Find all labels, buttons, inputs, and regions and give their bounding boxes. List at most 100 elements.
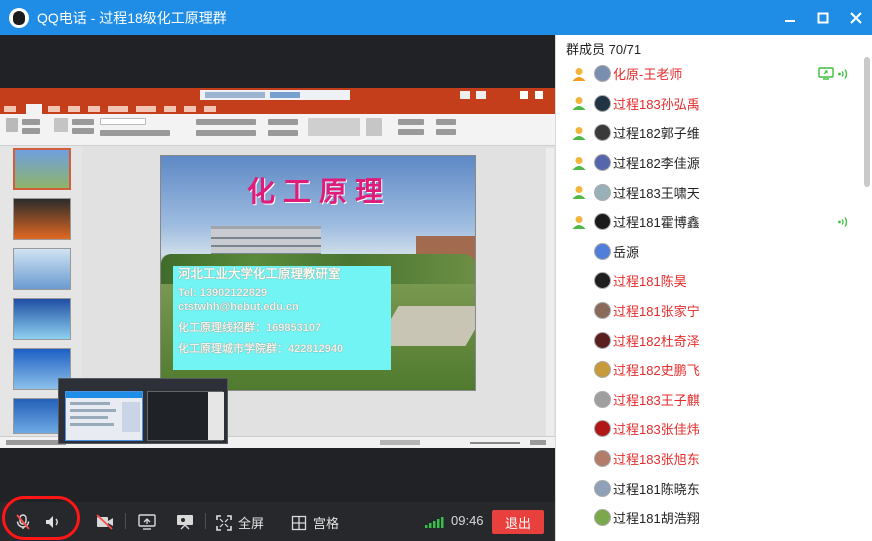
member-count-header: 群成员 70/71 bbox=[566, 42, 642, 57]
member-row[interactable]: 过程182李佳源 bbox=[556, 148, 861, 178]
avatar bbox=[594, 390, 611, 408]
member-name: 过程183张佳炜 bbox=[613, 422, 700, 438]
member-row[interactable]: 过程181胡浩翔 bbox=[556, 503, 861, 533]
qq-call-window: QQ电话 - 过程18级化工原理群 化工原理 河北工业大学化工原理教研室 Tel… bbox=[0, 0, 872, 541]
member-name: 过程182郭子维 bbox=[613, 126, 700, 142]
maximize-icon[interactable] bbox=[806, 0, 839, 35]
fullscreen-label: 全屏 bbox=[238, 516, 265, 531]
slide-thumb[interactable] bbox=[13, 298, 71, 340]
minimize-icon[interactable] bbox=[773, 0, 806, 35]
member-row[interactable]: 过程181陈昊 bbox=[556, 266, 861, 296]
window-controls bbox=[773, 0, 872, 35]
slide-thumb[interactable] bbox=[13, 248, 71, 290]
member-list: 化原-王老师 过程183孙弘禹 过程182郭子维 过程182李佳源 过程183王啸天 过程… bbox=[556, 59, 861, 533]
user-icon bbox=[571, 184, 587, 200]
member-row[interactable]: 过程182郭子维 bbox=[556, 118, 861, 148]
member-status bbox=[837, 215, 849, 233]
member-row[interactable]: 过程183王子麒 bbox=[556, 385, 861, 415]
member-row[interactable]: 过程181陈晓东 bbox=[556, 473, 861, 503]
slide-heading: 化工原理 bbox=[246, 176, 391, 207]
ppt-title-bar bbox=[0, 88, 555, 102]
annotation-circle bbox=[2, 496, 80, 540]
avatar bbox=[594, 361, 611, 379]
divider bbox=[125, 513, 126, 529]
slide-line: ctstwhh@hebut.edu.cn bbox=[178, 300, 299, 313]
member-row[interactable]: 过程182杜奇泽 bbox=[556, 325, 861, 355]
taskbar-preview[interactable] bbox=[58, 378, 228, 444]
avatar bbox=[594, 124, 611, 142]
avatar bbox=[594, 331, 611, 349]
preview-window[interactable] bbox=[147, 391, 224, 441]
speaking-icon bbox=[837, 215, 849, 233]
grid-label: 宫格 bbox=[313, 516, 340, 531]
avatar bbox=[594, 213, 611, 231]
avatar bbox=[594, 272, 611, 290]
user-icon bbox=[571, 66, 587, 82]
member-name: 过程181陈昊 bbox=[613, 274, 687, 290]
member-row[interactable]: 过程183王啸天 bbox=[556, 177, 861, 207]
member-row[interactable]: 过程183张佳炜 bbox=[556, 414, 861, 444]
window-title: QQ电话 - 过程18级化工原理群 bbox=[37, 9, 227, 26]
avatar bbox=[594, 450, 611, 468]
avatar bbox=[594, 420, 611, 438]
fullscreen-icon bbox=[216, 514, 232, 531]
slide-info-box: 河北工业大学化工原理教研室 Tel: 13902122829 ctstwhh@h… bbox=[173, 266, 391, 370]
member-row[interactable]: 化原-王老师 bbox=[556, 59, 861, 89]
presentation-slide: 化工原理 河北工业大学化工原理教研室 Tel: 13902122829 ctst… bbox=[160, 155, 476, 391]
member-name: 过程182杜奇泽 bbox=[613, 333, 700, 349]
grid-icon bbox=[291, 515, 307, 530]
member-name: 过程181胡浩翔 bbox=[613, 511, 700, 527]
member-panel: 群成员 70/71 化原-王老师过程183孙弘禹 过程182郭子维过程182李佳源… bbox=[555, 35, 872, 541]
member-list-scrollbar[interactable] bbox=[864, 57, 870, 187]
presentation-icon[interactable] bbox=[175, 513, 195, 531]
screen-share-icon bbox=[818, 67, 837, 85]
member-name: 过程182史鹏飞 bbox=[613, 363, 700, 379]
camera-off-icon[interactable] bbox=[95, 513, 115, 531]
call-control-bar: 全屏 宫格 09:46 退出 bbox=[0, 502, 555, 541]
member-name: 岳源 bbox=[613, 244, 640, 260]
call-timer: 09:46 bbox=[451, 513, 484, 528]
member-name: 过程183王啸天 bbox=[613, 185, 700, 201]
share-screen-icon[interactable] bbox=[137, 513, 157, 531]
slide-line: Tel: 13902122829 bbox=[178, 286, 268, 299]
avatar bbox=[594, 242, 611, 260]
avatar bbox=[594, 183, 611, 201]
fullscreen-button[interactable]: 全屏 bbox=[216, 513, 264, 532]
member-row[interactable]: 过程181霍博鑫 bbox=[556, 207, 861, 237]
ppt-ribbon-tabs bbox=[0, 102, 555, 115]
close-icon[interactable] bbox=[839, 0, 872, 35]
grid-view-button[interactable]: 宫格 bbox=[291, 513, 339, 532]
title-bar: QQ电话 - 过程18级化工原理群 bbox=[0, 0, 872, 35]
member-name: 过程181张家宁 bbox=[613, 304, 700, 320]
member-row[interactable]: 岳源 bbox=[556, 237, 861, 267]
member-status bbox=[818, 67, 849, 85]
member-name: 化原-王老师 bbox=[613, 67, 683, 83]
member-row[interactable]: 过程181张家宁 bbox=[556, 296, 861, 326]
user-icon bbox=[571, 214, 587, 230]
ppt-ribbon bbox=[0, 114, 555, 146]
slide-line: 化工原理线招群：169853107 bbox=[178, 321, 322, 334]
avatar bbox=[594, 479, 611, 497]
member-name: 过程183张旭东 bbox=[613, 452, 700, 468]
slide-line: 化工原理城市学院群：422812940 bbox=[178, 342, 344, 355]
avatar bbox=[594, 154, 611, 172]
member-name: 过程183孙弘禹 bbox=[613, 96, 700, 112]
exit-button[interactable]: 退出 bbox=[492, 510, 544, 534]
member-name: 过程183王子麒 bbox=[613, 392, 700, 408]
avatar bbox=[594, 302, 611, 320]
ppt-scrollbar[interactable] bbox=[546, 148, 554, 436]
member-row[interactable]: 过程182史鹏飞 bbox=[556, 355, 861, 385]
member-name: 过程181陈晓东 bbox=[613, 481, 700, 497]
slide-thumb[interactable] bbox=[13, 198, 71, 240]
app-logo-icon bbox=[9, 7, 29, 28]
member-row[interactable]: 过程183孙弘禹 bbox=[556, 89, 861, 119]
user-icon bbox=[571, 95, 587, 111]
user-icon bbox=[571, 125, 587, 141]
speaking-icon bbox=[837, 67, 849, 85]
user-icon bbox=[571, 155, 587, 171]
slide-thumb[interactable] bbox=[13, 148, 71, 190]
slide-line: 河北工业大学化工原理教研室 bbox=[178, 267, 341, 281]
preview-window[interactable] bbox=[65, 391, 143, 441]
avatar bbox=[594, 65, 611, 83]
member-row[interactable]: 过程183张旭东 bbox=[556, 444, 861, 474]
